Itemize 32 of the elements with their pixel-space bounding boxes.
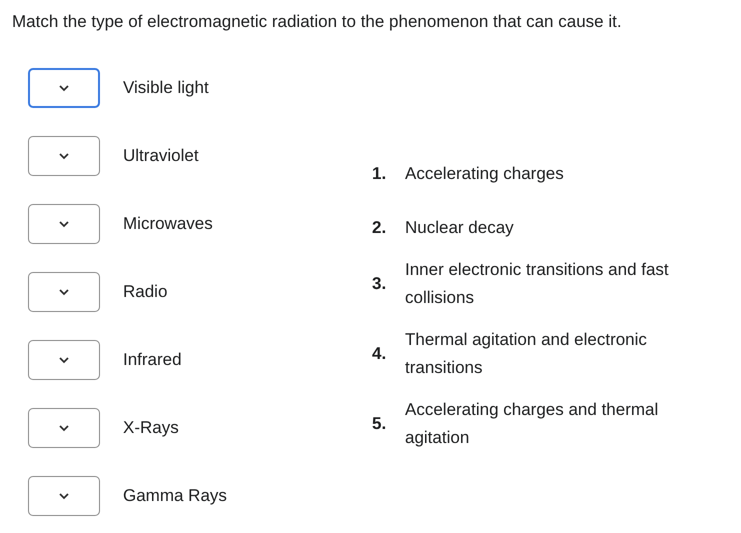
item-label: Visible light: [123, 77, 209, 100]
dropdown[interactable]: [28, 408, 100, 448]
choice-text: Inner electronic transitions and fast collisions: [405, 259, 670, 309]
item-label: Ultraviolet: [123, 145, 199, 168]
item-label: X-Rays: [123, 417, 179, 440]
choice-number: 2.: [372, 217, 388, 240]
chevron-down-icon: [59, 288, 69, 296]
chevron-down-icon: [59, 424, 69, 432]
choice-number: 3.: [372, 273, 388, 296]
item-label: Radio: [123, 281, 168, 304]
choice-text: Thermal agitation and electronic transitions: [405, 329, 648, 379]
choice-number: 5.: [372, 413, 388, 436]
question-text: Match the type of electromagnetic radiation to the phenomenon that can cause it.: [12, 11, 623, 33]
choice-text: Accelerating charges and thermal agitation: [405, 399, 660, 449]
choice-number: 1.: [372, 163, 388, 186]
item-label: Microwaves: [123, 213, 213, 236]
dropdown[interactable]: [28, 272, 100, 312]
chevron-down-icon: [59, 492, 69, 500]
dropdown[interactable]: [28, 68, 100, 108]
chevron-down-icon: [59, 152, 69, 160]
choice-text: Nuclear decay: [405, 217, 515, 239]
dropdown[interactable]: [28, 136, 100, 176]
item-label: Gamma Rays: [123, 485, 227, 508]
dropdown[interactable]: [28, 340, 100, 380]
chevron-down-icon: [59, 220, 69, 228]
dropdown[interactable]: [28, 204, 100, 244]
chevron-down-icon: [59, 84, 69, 92]
choice-number: 4.: [372, 343, 388, 366]
chevron-down-icon: [59, 356, 69, 364]
dropdown[interactable]: [28, 476, 100, 516]
item-label: Infrared: [123, 349, 182, 372]
choice-text: Accelerating charges: [405, 163, 565, 185]
